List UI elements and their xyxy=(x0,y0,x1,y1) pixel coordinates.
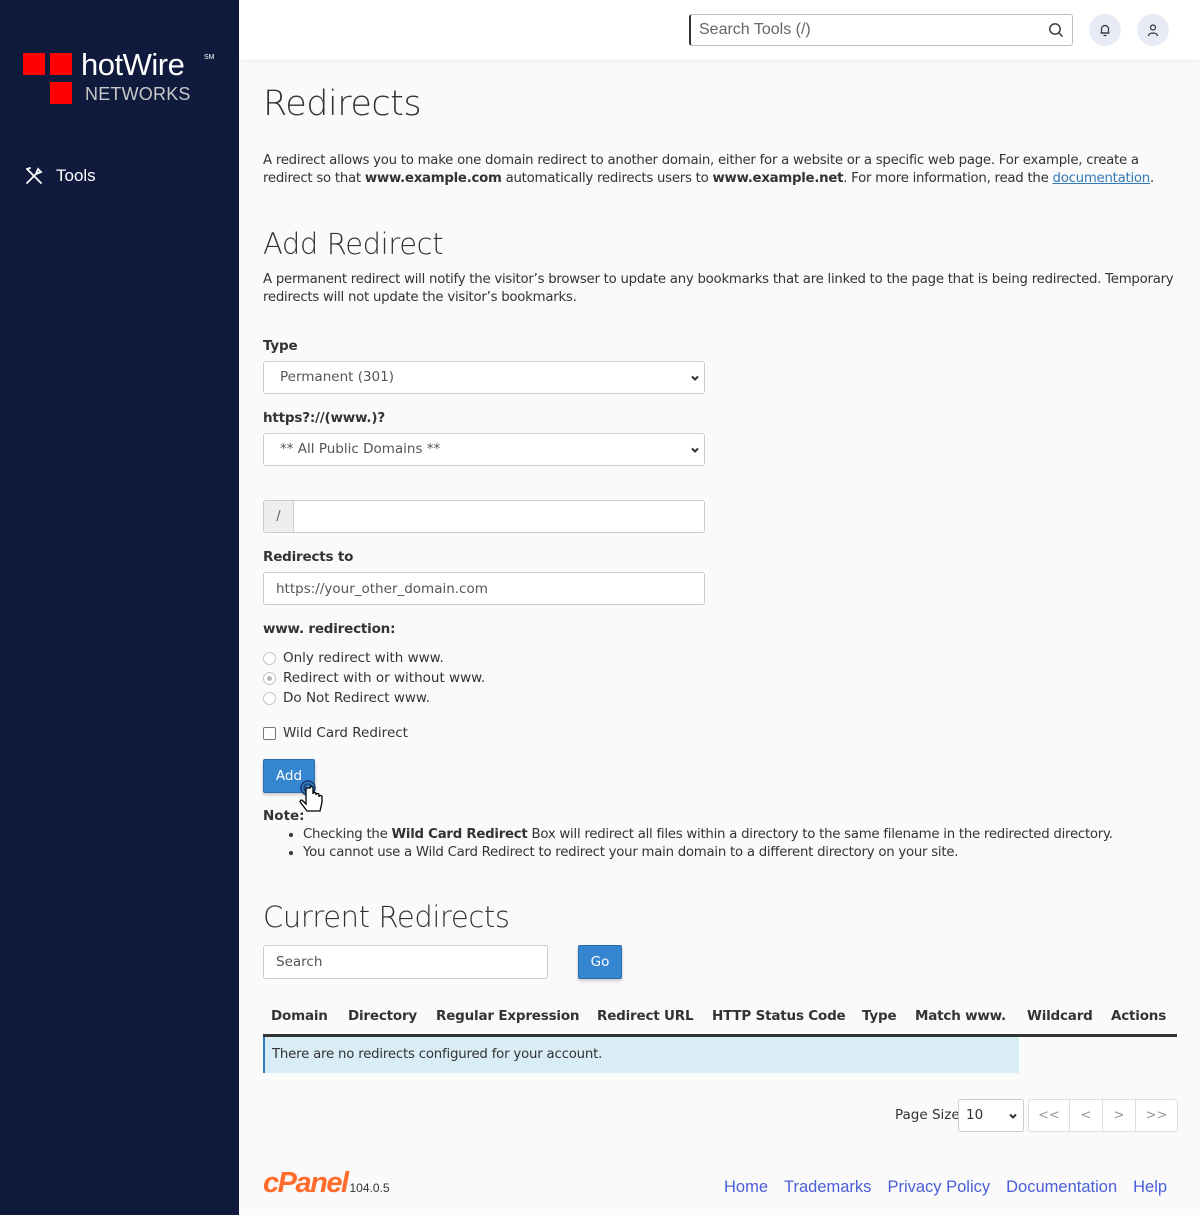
pagination: << < > >> xyxy=(1028,1099,1178,1132)
redirects-to-label: Redirects to xyxy=(263,549,354,565)
hotwire-logo[interactable]: hotWire SM NETWORKS xyxy=(23,47,218,108)
add-redirect-description: A permanent redirect will notify the vis… xyxy=(263,272,1174,305)
note-bold: Wild Card Redirect xyxy=(391,827,528,842)
directory-input[interactable] xyxy=(294,501,704,532)
footer-link-home[interactable]: Home xyxy=(724,1178,768,1197)
sidebar: hotWire SM NETWORKS Tools xyxy=(0,0,239,1215)
radio-button[interactable] xyxy=(263,651,276,665)
example-domain: www.example.com xyxy=(364,171,502,186)
type-select[interactable]: Permanent (301) xyxy=(263,361,705,394)
column-header-match-www[interactable]: Match www. xyxy=(915,1008,1006,1024)
note-list: Checking the Wild Card Redirect Box will… xyxy=(303,826,1113,862)
intro-text-part: . For more information, read the xyxy=(843,171,1053,186)
add-redirect-title: Add Redirect xyxy=(263,227,444,261)
domain-select[interactable]: ** All Public Domains ** xyxy=(263,433,705,466)
domain-label: https?://(www.)? xyxy=(263,410,385,426)
search-tools-input[interactable] xyxy=(691,15,1031,45)
redirects-to-input[interactable] xyxy=(263,572,705,605)
wildcard-checkbox[interactable] xyxy=(263,726,276,740)
radio-with-or-without-www[interactable]: Redirect with or without www. xyxy=(263,670,485,686)
chevron-down-icon xyxy=(1009,1113,1017,1119)
type-select-value: Permanent (301) xyxy=(280,369,395,385)
redirects-table: Domain Directory Regular Expression Redi… xyxy=(263,1003,1177,1073)
documentation-link[interactable]: documentation xyxy=(1053,171,1151,186)
footer-link-help[interactable]: Help xyxy=(1133,1178,1167,1197)
radio-do-not-redirect-www[interactable]: Do Not Redirect www. xyxy=(263,690,430,706)
go-button[interactable]: Go xyxy=(578,945,622,979)
directory-prefix: / xyxy=(264,501,294,532)
tools-icon xyxy=(26,167,43,184)
footer-link-privacy-policy[interactable]: Privacy Policy xyxy=(887,1178,990,1197)
table-header: Domain Directory Regular Expression Redi… xyxy=(263,1003,1177,1037)
logo-subtitle: NETWORKS xyxy=(85,84,191,104)
note-text: Box will redirect all files within a dir… xyxy=(527,827,1113,842)
note-item: You cannot use a Wild Card Redirect to r… xyxy=(303,844,1113,862)
cpanel-version: 104.0.5 xyxy=(349,1181,390,1195)
column-header-type[interactable]: Type xyxy=(862,1008,897,1024)
first-page-button[interactable]: << xyxy=(1029,1100,1070,1131)
column-header-regular-expression[interactable]: Regular Expression xyxy=(436,1008,580,1024)
chevron-down-icon xyxy=(691,375,699,381)
type-label: Type xyxy=(263,338,298,354)
radio-button[interactable] xyxy=(263,691,276,705)
radio-only-with-www[interactable]: Only redirect with www. xyxy=(263,650,444,666)
top-header xyxy=(239,0,1200,60)
logo-brand: hotWire xyxy=(81,47,185,82)
column-header-actions: Actions xyxy=(1111,1008,1167,1024)
empty-table-message: There are no redirects configured for yo… xyxy=(263,1037,1019,1073)
current-redirects-title: Current Redirects xyxy=(263,900,510,934)
note-item: Checking the Wild Card Redirect Box will… xyxy=(303,826,1113,844)
user-icon xyxy=(1147,24,1159,37)
radio-label: Redirect with or without www. xyxy=(283,670,486,686)
next-page-button[interactable]: > xyxy=(1103,1100,1136,1131)
column-header-wildcard[interactable]: Wildcard xyxy=(1027,1008,1093,1024)
intro-text: A redirect allows you to make one domain… xyxy=(263,152,1178,188)
logo-service-mark: SM xyxy=(204,54,215,61)
wildcard-label: Wild Card Redirect xyxy=(283,725,408,741)
user-menu-button[interactable] xyxy=(1137,14,1169,46)
note-title: Note: xyxy=(263,808,305,824)
page-size-select[interactable]: 10 xyxy=(958,1099,1024,1132)
cpanel-logo[interactable]: cPanel 104.0.5 xyxy=(263,1168,390,1198)
last-page-button[interactable]: >> xyxy=(1136,1100,1177,1131)
page-title: Redirects xyxy=(263,84,422,124)
notifications-button[interactable] xyxy=(1089,14,1121,46)
sidebar-item-label: Tools xyxy=(56,166,96,185)
previous-page-button[interactable]: < xyxy=(1070,1100,1103,1131)
note-text: Checking the xyxy=(303,827,392,842)
sidebar-item-tools[interactable]: Tools xyxy=(24,166,96,186)
column-header-http-status-code[interactable]: HTTP Status Code xyxy=(712,1008,846,1024)
intro-text-part: automatically redirects users to xyxy=(501,171,713,186)
footer-link-trademarks[interactable]: Trademarks xyxy=(784,1178,871,1197)
www-redirection-label: www. redirection: xyxy=(263,621,396,637)
page-size-value: 10 xyxy=(966,1107,984,1123)
column-header-domain[interactable]: Domain xyxy=(271,1008,328,1024)
domain-select-value: ** All Public Domains ** xyxy=(280,441,441,457)
column-header-redirect-url[interactable]: Redirect URL xyxy=(597,1008,694,1024)
logo-square xyxy=(50,82,72,104)
search-icon[interactable] xyxy=(1048,22,1064,38)
column-header-directory[interactable]: Directory xyxy=(348,1008,417,1024)
search-tools-field[interactable] xyxy=(689,14,1073,46)
bell-icon xyxy=(1100,24,1110,37)
wildcard-redirect-option[interactable]: Wild Card Redirect xyxy=(263,725,408,741)
page-size-label: Page Size xyxy=(895,1107,960,1123)
directory-field[interactable]: / xyxy=(263,500,705,533)
logo-square xyxy=(50,53,72,75)
cpanel-brand: cPanel xyxy=(263,1167,349,1199)
add-button[interactable]: Add xyxy=(263,759,315,793)
chevron-down-icon xyxy=(691,447,699,453)
footer-link-documentation[interactable]: Documentation xyxy=(1006,1178,1117,1197)
radio-button-checked[interactable] xyxy=(263,671,276,685)
logo-square xyxy=(23,53,45,75)
intro-text-part: . xyxy=(1149,171,1154,186)
radio-label: Only redirect with www. xyxy=(283,650,444,666)
radio-label: Do Not Redirect www. xyxy=(283,690,431,706)
redirects-search-input[interactable] xyxy=(263,945,548,979)
example-target-domain: www.example.net xyxy=(712,171,844,186)
footer-links: Home Trademarks Privacy Policy Documenta… xyxy=(724,1178,1167,1197)
